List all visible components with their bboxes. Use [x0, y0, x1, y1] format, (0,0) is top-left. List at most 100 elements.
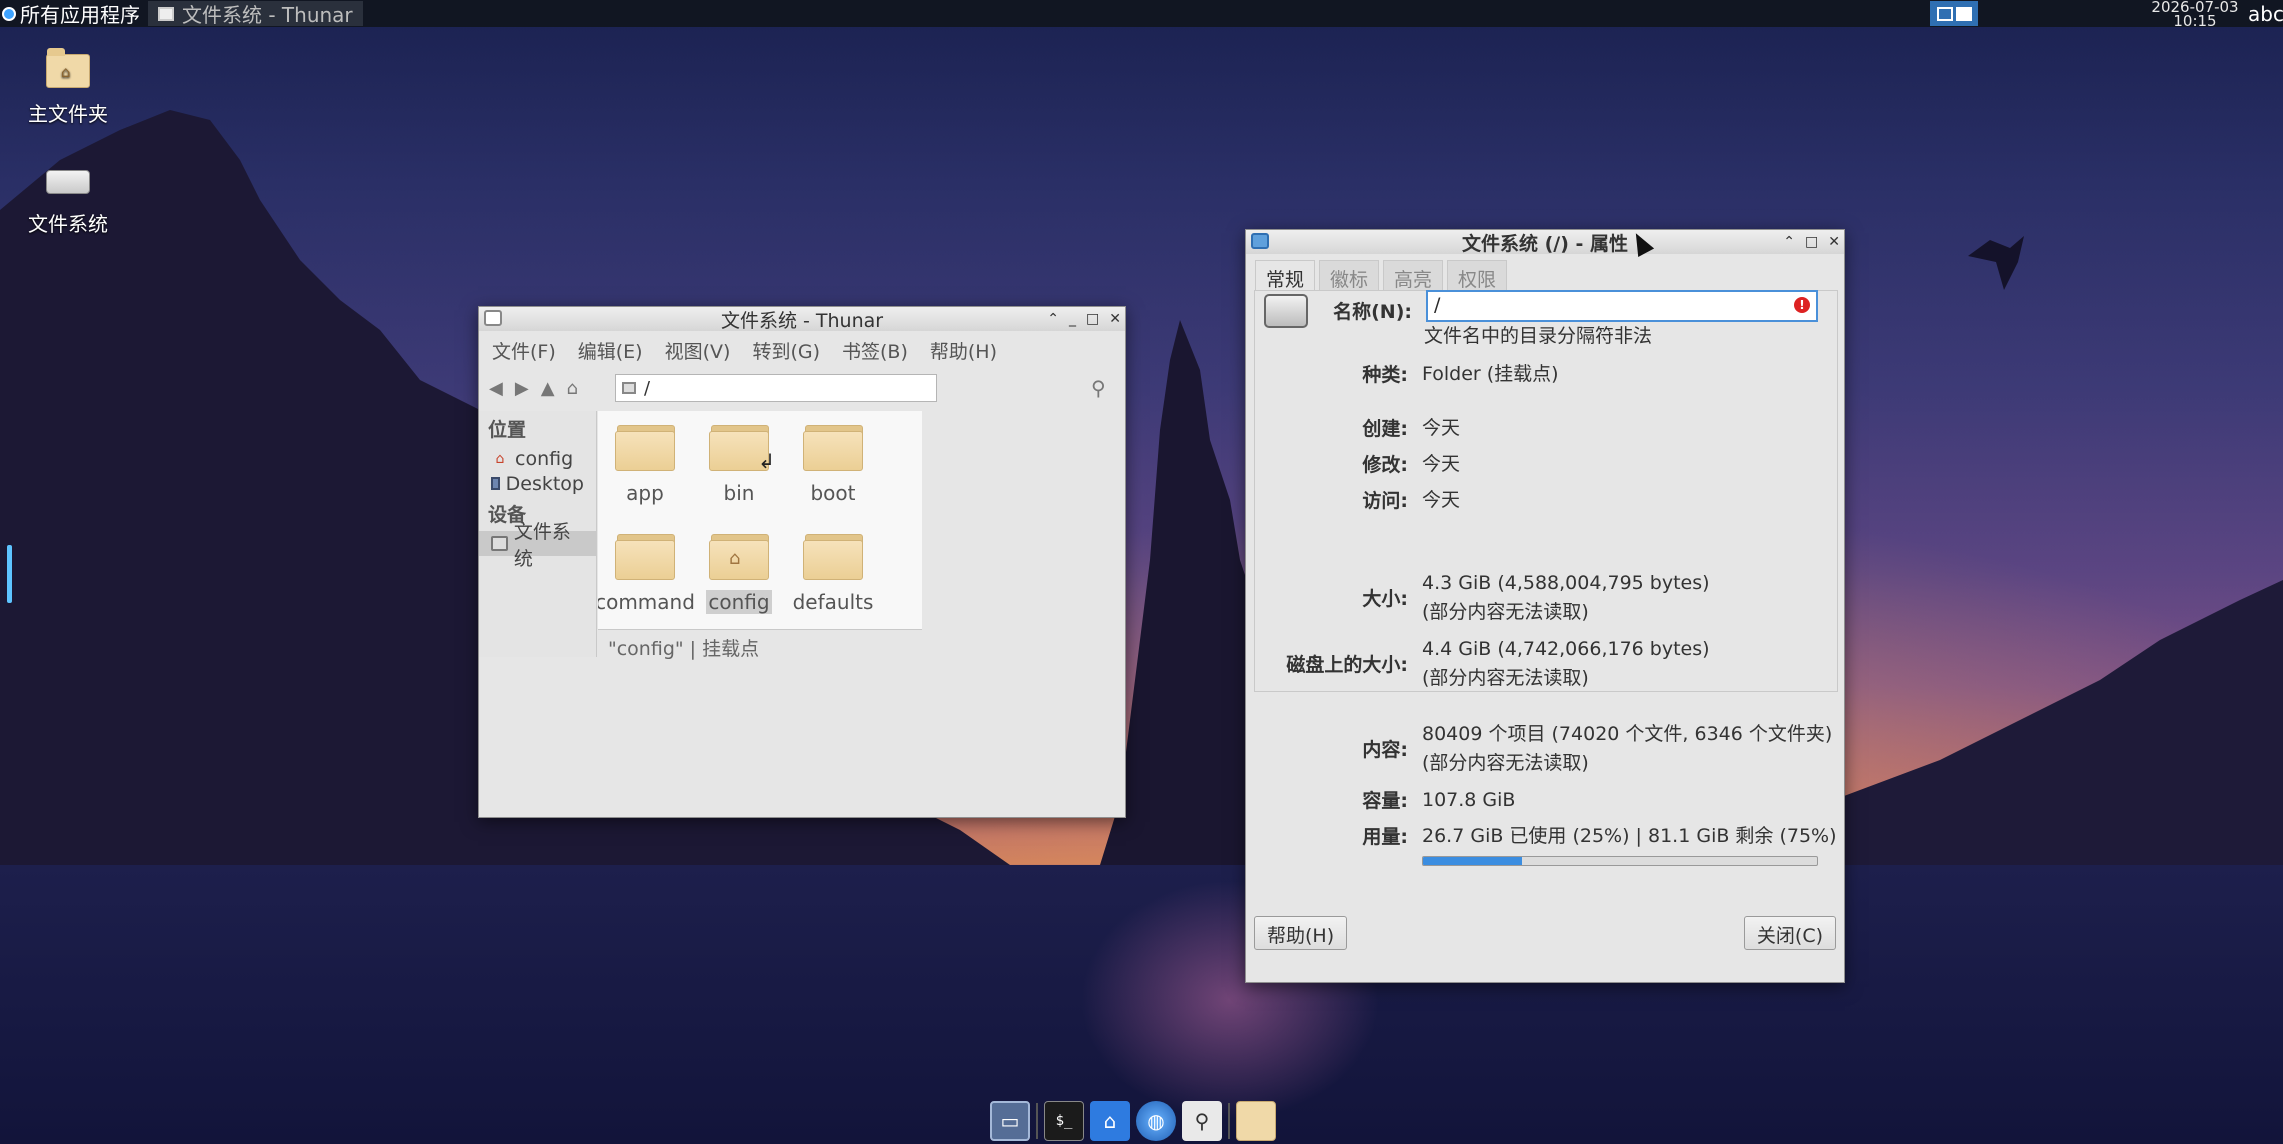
- minimize-button[interactable]: _: [1069, 307, 1076, 331]
- desktop-icon: [491, 477, 500, 490]
- file-item-boot[interactable]: boot: [786, 411, 880, 520]
- bottom-dock: ▭ $_ ⌂ ◍ ⚲: [986, 1098, 1294, 1144]
- file-item-label: app: [626, 481, 664, 505]
- location-path: /: [644, 377, 651, 399]
- close-dialog-button[interactable]: 关闭(C): [1743, 916, 1836, 950]
- usage-progress-bar: [1422, 856, 1818, 866]
- thunar-titlebar[interactable]: 文件系统 - Thunar ⌃ _ □ ✕: [479, 307, 1125, 332]
- home-folder-icon: ⌂: [46, 48, 90, 88]
- maximize-button[interactable]: □: [1805, 230, 1818, 254]
- file-item-label: boot: [810, 481, 856, 505]
- sidebar-item-filesystem[interactable]: 文件系统: [479, 521, 596, 570]
- name-field[interactable]: / !: [1426, 290, 1818, 322]
- sidebar-item-config[interactable]: ⌂ config: [479, 446, 596, 471]
- properties-icon: [1251, 233, 1269, 249]
- created-value: 今天: [1422, 417, 1461, 439]
- folder-launcher[interactable]: [1236, 1101, 1276, 1141]
- applications-menu-button[interactable]: 所有应用程序: [0, 0, 140, 27]
- show-desktop-icon: ▭: [1000, 1109, 1020, 1133]
- symlink-arrow-icon: ↲: [758, 449, 775, 473]
- taskbar-item-thunar[interactable]: 文件系统 - Thunar: [148, 1, 363, 27]
- desktop-icon-label: 文件系统: [28, 212, 108, 236]
- show-desktop-button[interactable]: ▭: [990, 1101, 1030, 1141]
- close-button[interactable]: ✕: [1109, 307, 1121, 331]
- contents-label: 内容:: [1362, 739, 1408, 761]
- file-manager-launcher[interactable]: ⌂: [1090, 1101, 1130, 1141]
- error-icon: !: [1794, 297, 1810, 313]
- web-browser-launcher[interactable]: ◍: [1136, 1101, 1176, 1141]
- menu-bookmarks[interactable]: 书签(B): [842, 337, 908, 364]
- folder-icon: [803, 423, 863, 471]
- kind-value: Folder (挂载点): [1422, 363, 1559, 385]
- sidebar-item-label: 文件系统: [513, 520, 571, 570]
- search-icon: ⚲: [1194, 1109, 1210, 1133]
- back-icon[interactable]: ◀: [489, 378, 503, 399]
- drive-icon: [46, 170, 90, 194]
- status-bar: "config" | 挂载点: [598, 629, 922, 660]
- file-item-label: defaults: [792, 590, 874, 614]
- file-item-bin[interactable]: ↲ bin: [692, 411, 786, 520]
- shade-button[interactable]: ⌃: [1047, 307, 1059, 331]
- terminal-icon: $_: [1055, 1113, 1073, 1129]
- home-icon: ⌂: [495, 450, 505, 467]
- home-icon[interactable]: ⌂: [567, 378, 578, 399]
- desktop-icon-filesystem[interactable]: 文件系统: [18, 156, 118, 237]
- desktop-icon-label: 主文件夹: [28, 102, 108, 126]
- maximize-button[interactable]: □: [1086, 307, 1099, 331]
- sidebar-item-label: Desktop: [505, 472, 584, 495]
- help-button[interactable]: 帮助(H): [1254, 916, 1348, 950]
- close-button[interactable]: ✕: [1828, 230, 1840, 254]
- forward-icon[interactable]: ▶: [515, 378, 529, 399]
- size-note: (部分内容无法读取): [1422, 601, 1589, 623]
- app-finder-launcher[interactable]: ⚲: [1182, 1101, 1222, 1141]
- name-error-message: 文件名中的目录分隔符非法: [1424, 325, 1653, 347]
- terminal-launcher[interactable]: $_: [1044, 1101, 1084, 1141]
- folder-icon: [803, 532, 863, 580]
- workspace-switcher[interactable]: [1930, 1, 1978, 26]
- sidebar-item-desktop[interactable]: Desktop: [479, 471, 596, 496]
- taskbar-item-label: 文件系统 - Thunar: [182, 3, 353, 27]
- file-view: app↲binbootcommand⌂configdefaultsdevetch…: [598, 411, 922, 629]
- file-item-label: command: [598, 590, 695, 614]
- menu-go[interactable]: 转到(G): [752, 337, 820, 364]
- capacity-label: 容量:: [1362, 790, 1408, 812]
- file-grid: app↲binbootcommand⌂configdefaultsdevetch…: [598, 411, 880, 629]
- menu-edit[interactable]: 编辑(E): [578, 337, 643, 364]
- kind-label: 种类:: [1362, 364, 1408, 386]
- disk-size-value: 4.4 GiB (4,742,066,176 bytes): [1422, 638, 1710, 660]
- up-icon[interactable]: ▲: [541, 378, 555, 399]
- file-item-command[interactable]: command: [598, 520, 695, 629]
- contents-value: 80409 个项目 (74020 个文件, 6346 个文件夹): [1422, 723, 1833, 745]
- keyboard-layout-indicator[interactable]: abc: [2248, 2, 2283, 26]
- properties-titlebar[interactable]: 文件系统 (/) - 属性 ⌃ □ ✕: [1246, 230, 1844, 255]
- file-item-defaults[interactable]: defaults: [786, 520, 880, 629]
- menubar: 文件(F) 编辑(E) 视图(V) 转到(G) 书签(B) 帮助(H): [479, 331, 1125, 370]
- workspace-2[interactable]: [1955, 6, 1972, 21]
- name-label: 名称(N):: [1333, 301, 1412, 323]
- panel-clock[interactable]: 2026-07-03 10:15: [2150, 0, 2240, 29]
- drive-icon: [158, 6, 174, 21]
- contents-note: (部分内容无法读取): [1422, 752, 1589, 774]
- desktop-icon-home[interactable]: ⌂ 主文件夹: [18, 46, 118, 127]
- menu-file[interactable]: 文件(F): [492, 337, 556, 364]
- folder-icon: ↲: [709, 423, 775, 473]
- file-item-app[interactable]: app: [598, 411, 692, 520]
- sidebar-header-places: 位置: [488, 419, 527, 441]
- disk-size-note: (部分内容无法读取): [1422, 667, 1589, 689]
- globe-icon: ◍: [1147, 1109, 1165, 1133]
- applications-menu-label: 所有应用程序: [20, 3, 140, 27]
- location-bar[interactable]: /: [615, 374, 937, 402]
- created-label: 创建:: [1362, 418, 1408, 440]
- drive-icon: [484, 310, 502, 326]
- drive-icon: [622, 382, 636, 394]
- file-item-config[interactable]: ⌂ config: [692, 520, 786, 629]
- search-icon[interactable]: ⚲: [1091, 376, 1106, 400]
- folder-icon: ⌂: [709, 532, 769, 580]
- menu-help[interactable]: 帮助(H): [930, 337, 997, 364]
- shade-button[interactable]: ⌃: [1783, 230, 1795, 254]
- sidebar-item-label: config: [515, 447, 574, 470]
- menu-view[interactable]: 视图(V): [665, 337, 731, 364]
- workspace-1[interactable]: [1936, 6, 1953, 21]
- accessed-value: 今天: [1422, 489, 1461, 511]
- top-panel: 所有应用程序 文件系统 - Thunar 2026-07-03 10:15 ab…: [0, 0, 2283, 29]
